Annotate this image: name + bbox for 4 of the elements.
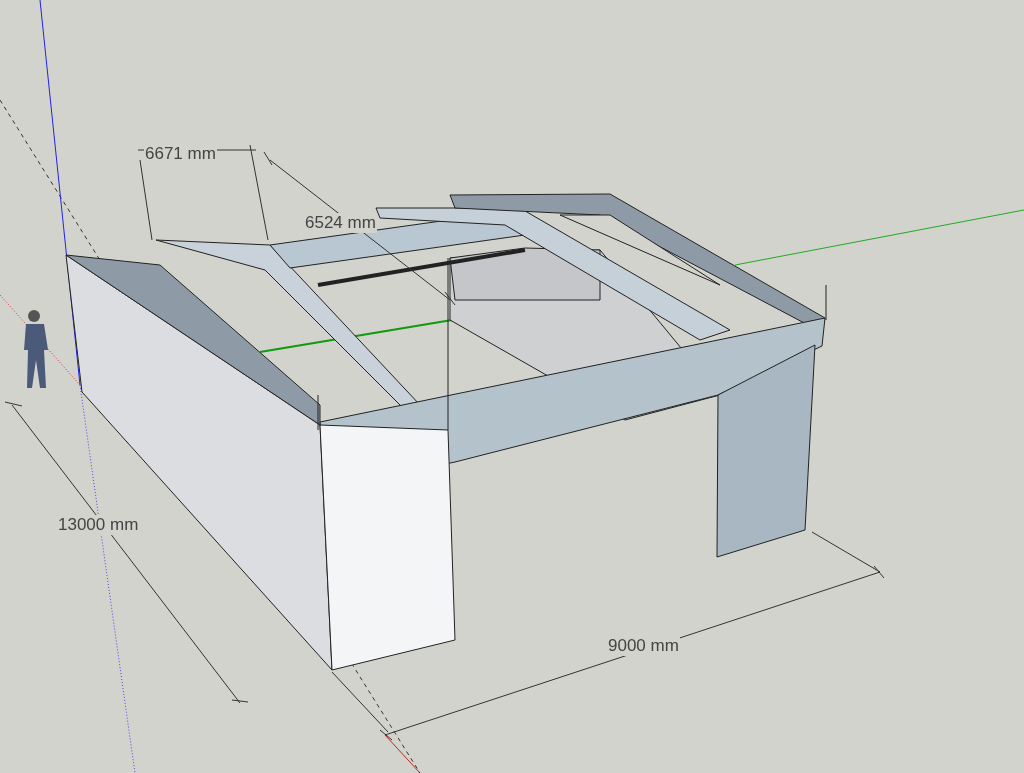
axis-line [384,734,421,773]
dimension-label: 13000 mm [57,515,140,535]
dimension-label: 9000 mm [607,636,680,656]
dimension-label: 6524 mm [304,213,377,233]
